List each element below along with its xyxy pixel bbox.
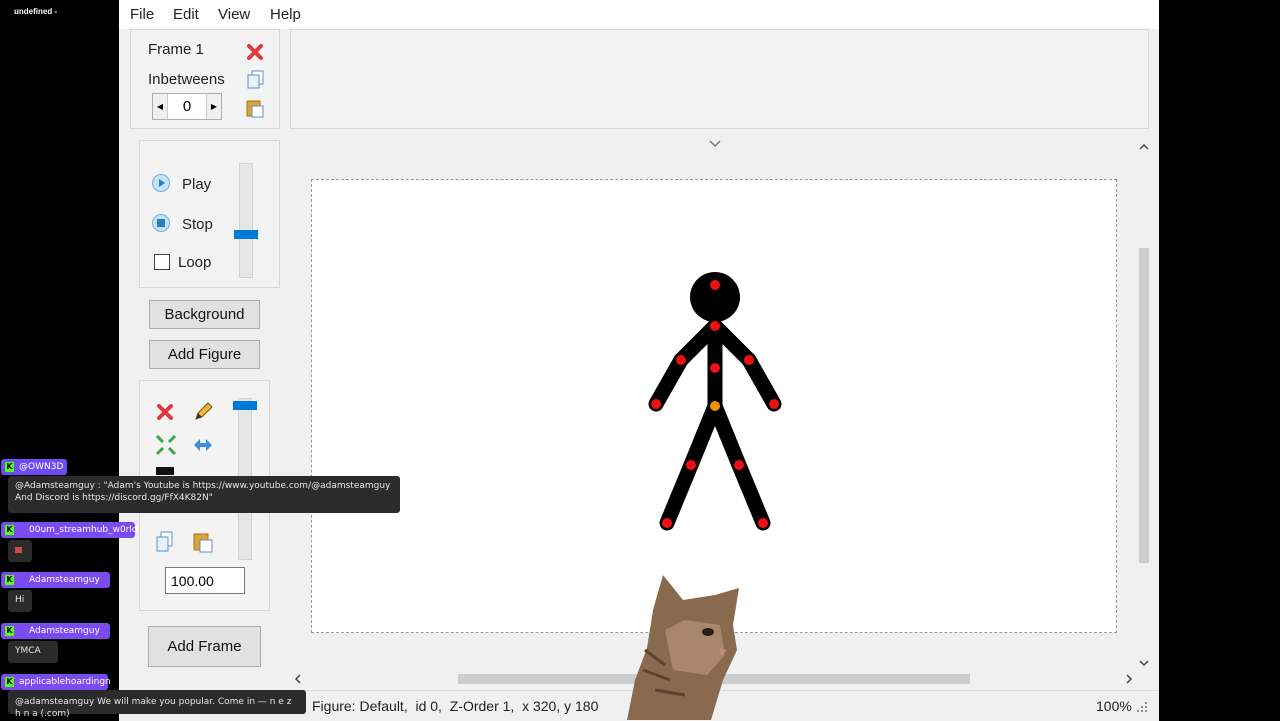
overlay-title: undefined -	[14, 7, 58, 16]
playback-panel: Play Stop Loop	[139, 140, 280, 288]
color-icon[interactable]	[156, 467, 174, 475]
kick-icon: K	[5, 462, 14, 472]
chat-username: Adamsteamguy	[29, 575, 100, 585]
menu-bar: File Edit View Help	[119, 0, 1159, 29]
loop-checkbox[interactable]	[154, 254, 170, 270]
kick-icon: K	[5, 677, 14, 687]
scale-input[interactable]: 100.00	[165, 567, 245, 594]
scroll-left-icon[interactable]	[293, 673, 303, 685]
timeline-area[interactable]	[290, 29, 1149, 129]
cat-image	[627, 575, 739, 720]
inbetweens-stepper[interactable]: ◀ 0 ▶	[152, 93, 222, 120]
stop-button[interactable]: Stop	[182, 216, 213, 233]
animation-canvas[interactable]	[311, 179, 1117, 633]
chat-username: applicablehoardingn	[19, 677, 111, 687]
figure-info: Figure: Default, id 0, Z-Order 1, x 320,…	[312, 698, 599, 714]
add-figure-button[interactable]: Add Figure	[149, 340, 260, 369]
chat-user-tag: K Adamsteamguy	[1, 623, 110, 639]
chat-username: 00um_streamhub_w0rld	[29, 525, 138, 535]
scroll-down-icon[interactable]	[1138, 658, 1150, 668]
copy-figure-icon[interactable]	[155, 531, 175, 553]
add-frame-button[interactable]: Add Frame	[148, 626, 261, 667]
background-button[interactable]: Background	[149, 300, 260, 329]
increment-icon[interactable]: ▶	[206, 94, 221, 119]
chat-user-tag: K applicablehoardingn	[1, 674, 111, 690]
collapse-timeline-icon[interactable]	[708, 139, 722, 149]
paste-figure-icon[interactable]	[192, 531, 214, 553]
chat-username: @OWN3D	[19, 462, 64, 472]
paste-icon[interactable]	[245, 98, 265, 118]
chat-username: Adamsteamguy	[29, 626, 100, 636]
zoom-level: 100%	[1096, 698, 1132, 714]
menu-view[interactable]: View	[218, 6, 250, 23]
kick-icon: K	[5, 626, 14, 636]
copy-icon[interactable]	[247, 70, 265, 90]
chat-message: @adamsteamguy We will make you popular. …	[8, 690, 306, 719]
chat-message	[8, 540, 32, 562]
play-icon[interactable]	[152, 174, 170, 192]
chat-message: Hi	[8, 590, 32, 612]
stop-icon[interactable]	[152, 214, 170, 232]
pencil-icon[interactable]	[192, 401, 214, 423]
frame-label: Frame 1	[148, 41, 204, 58]
loop-label: Loop	[178, 254, 212, 271]
vertical-scrollbar-thumb[interactable]	[1139, 248, 1149, 563]
size-slider-thumb[interactable]	[233, 401, 257, 410]
chat-message: YMCA	[8, 641, 58, 663]
chat-message: @Adamsteamguy : "Adam's Youtube is https…	[8, 476, 400, 513]
flip-icon[interactable]	[192, 435, 214, 455]
kick-icon: K	[5, 525, 14, 535]
menu-edit[interactable]: Edit	[173, 6, 199, 23]
menu-file[interactable]: File	[130, 6, 154, 23]
chat-user-tag: K 00um_streamhub_w0rld	[1, 522, 138, 538]
decrement-icon[interactable]: ◀	[153, 94, 168, 119]
emote-icon	[15, 547, 22, 553]
inbetweens-value[interactable]: 0	[167, 98, 207, 115]
speed-slider-thumb[interactable]	[234, 230, 258, 239]
inbetweens-label: Inbetweens	[148, 71, 225, 88]
delete-figure-icon[interactable]	[156, 403, 174, 421]
chat-user-tag: K @OWN3D	[1, 459, 67, 475]
menu-help[interactable]: Help	[270, 6, 301, 23]
frame-panel: Frame 1 Inbetweens ◀ 0 ▶	[130, 29, 280, 129]
kick-icon: K	[5, 575, 14, 585]
speed-slider-track[interactable]	[239, 163, 253, 278]
delete-frame-icon[interactable]	[246, 43, 264, 61]
chat-user-tag: K Adamsteamguy	[1, 572, 110, 588]
scroll-up-icon[interactable]	[1138, 142, 1150, 152]
resize-grip-icon[interactable]	[1136, 701, 1148, 713]
stick-figure[interactable]	[312, 180, 1118, 634]
play-button[interactable]: Play	[182, 176, 211, 193]
scroll-right-icon[interactable]	[1124, 673, 1134, 685]
scale-icon[interactable]	[155, 434, 177, 456]
